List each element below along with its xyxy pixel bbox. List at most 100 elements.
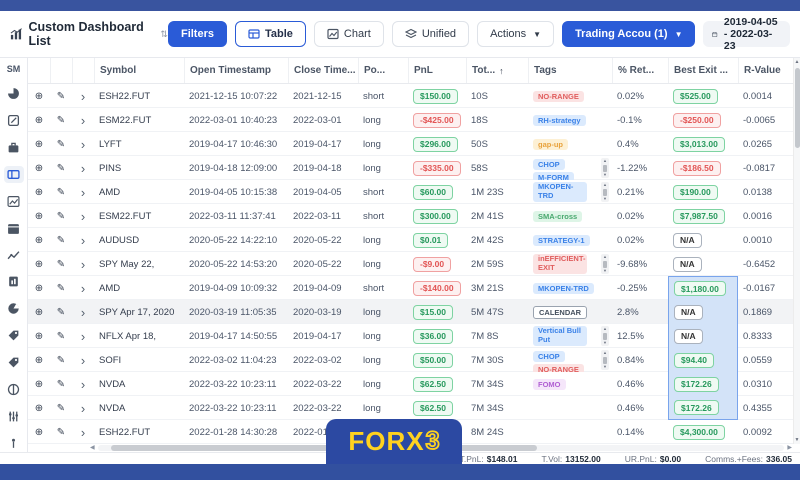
expand-chevron-icon[interactable]: ›: [72, 276, 94, 300]
target-icon[interactable]: ⊕: [28, 420, 50, 444]
col-open-timestamp[interactable]: Open Timestamp: [184, 58, 288, 83]
target-icon[interactable]: ⊕: [28, 132, 50, 156]
expand-chevron-icon[interactable]: ›: [72, 300, 94, 324]
edit-icon[interactable]: ✎: [50, 420, 72, 444]
expand-chevron-icon[interactable]: ›: [72, 420, 94, 444]
col-pnl[interactable]: PnL: [408, 58, 466, 83]
col-return[interactable]: % Ret...: [612, 58, 668, 83]
expand-chevron-icon[interactable]: ›: [72, 228, 94, 252]
target-icon[interactable]: ⊕: [28, 396, 50, 420]
scroll-down-icon[interactable]: ▼: [795, 437, 800, 443]
tab-table[interactable]: Table: [235, 21, 306, 47]
table-row[interactable]: ⊕✎›SPY Apr 17, 20202020-03-19 11:05:3520…: [28, 300, 793, 324]
split-circle-icon[interactable]: [4, 380, 24, 398]
table-row[interactable]: ⊕✎›AMD2019-04-09 10:09:322019-04-09short…: [28, 276, 793, 300]
horizontal-scroll-thumb[interactable]: [111, 445, 537, 451]
tags-scrollbar[interactable]: ▲▼: [601, 158, 609, 178]
target-icon[interactable]: ⊕: [28, 156, 50, 180]
tags-scroll-thumb[interactable]: [603, 165, 607, 172]
target-icon[interactable]: ⊕: [28, 276, 50, 300]
col-best-exit[interactable]: Best Exit ...: [668, 58, 738, 83]
table-row[interactable]: ⊕✎›NVDA2022-03-22 10:23:112022-03-22long…: [28, 372, 793, 396]
target-icon[interactable]: ⊕: [28, 252, 50, 276]
scroll-up-icon[interactable]: ▲: [603, 183, 607, 187]
report-icon[interactable]: [4, 273, 24, 291]
scroll-up-icon[interactable]: ▲: [603, 159, 607, 163]
expand-chevron-icon[interactable]: ›: [72, 348, 94, 372]
actions-button[interactable]: Actions ▼: [477, 21, 554, 47]
table-row[interactable]: ⊕✎›NFLX Apr 18,2019-04-17 14:50:552019-0…: [28, 324, 793, 348]
tags-scrollbar[interactable]: ▲▼: [601, 182, 609, 202]
col-position[interactable]: Po...: [358, 58, 408, 83]
edit-icon[interactable]: ✎: [50, 252, 72, 276]
expand-chevron-icon[interactable]: ›: [72, 180, 94, 204]
tab-unified[interactable]: Unified: [392, 21, 469, 47]
donut-chart-icon[interactable]: [4, 85, 24, 103]
table-row[interactable]: ⊕✎›AMD2019-04-05 10:15:382019-04-05short…: [28, 180, 793, 204]
vertical-scroll-thumb[interactable]: [795, 68, 800, 148]
col-tags[interactable]: Tags: [528, 58, 612, 83]
title-selector-icon[interactable]: ⇅: [160, 29, 168, 40]
target-icon[interactable]: ⊕: [28, 204, 50, 228]
edit-icon[interactable]: ✎: [50, 396, 72, 420]
edit-icon[interactable]: ✎: [50, 108, 72, 132]
col-close-time[interactable]: Close Time...: [288, 58, 358, 83]
table-row[interactable]: ⊕✎›AUDUSD2020-05-22 14:22:102020-05-22lo…: [28, 228, 793, 252]
scroll-up-icon[interactable]: ▲: [603, 327, 607, 331]
tag-icon[interactable]: [4, 327, 24, 345]
journal-icon[interactable]: [4, 112, 24, 130]
vertical-scrollbar[interactable]: ▲▼: [793, 58, 800, 444]
dashboard-title-group[interactable]: Custom Dashboard List ⇅: [10, 20, 168, 48]
expand-chevron-icon[interactable]: ›: [72, 132, 94, 156]
scroll-up-icon[interactable]: ▲: [603, 255, 607, 259]
table-row[interactable]: ⊕✎›ESM22.FUT2022-03-01 10:40:232022-03-0…: [28, 108, 793, 132]
col-symbol[interactable]: Symbol: [94, 58, 184, 83]
edit-icon[interactable]: ✎: [50, 300, 72, 324]
tag-alt-icon[interactable]: [4, 354, 24, 372]
tags-scroll-thumb[interactable]: [603, 261, 607, 268]
edit-icon[interactable]: ✎: [50, 132, 72, 156]
tab-chart[interactable]: Chart: [314, 21, 384, 47]
target-icon[interactable]: ⊕: [28, 348, 50, 372]
date-range-picker[interactable]: 2019-04-05 - 2022-03-23: [703, 21, 790, 47]
equalizer-icon[interactable]: [4, 434, 24, 452]
table-row[interactable]: ⊕✎›ESM22.FUT2022-03-11 11:37:412022-03-1…: [28, 204, 793, 228]
sidebar-item-table-view[interactable]: [4, 166, 24, 184]
tags-scrollbar[interactable]: ▲▼: [601, 326, 609, 346]
table-row[interactable]: ⊕✎›ESH22.FUT2021-12-15 10:07:222021-12-1…: [28, 84, 793, 108]
edit-icon[interactable]: ✎: [50, 204, 72, 228]
tags-scrollbar[interactable]: ▲▼: [601, 254, 609, 274]
target-icon[interactable]: ⊕: [28, 324, 50, 348]
edit-icon[interactable]: ✎: [50, 156, 72, 180]
scroll-down-icon[interactable]: ▼: [603, 365, 607, 369]
col-total[interactable]: Tot...↑: [466, 58, 528, 83]
expand-chevron-icon[interactable]: ›: [72, 204, 94, 228]
target-icon[interactable]: ⊕: [28, 300, 50, 324]
col-r-value[interactable]: R-Value: [738, 58, 793, 83]
line-chart-icon[interactable]: [4, 192, 24, 210]
expand-chevron-icon[interactable]: ›: [72, 324, 94, 348]
target-icon[interactable]: ⊕: [28, 180, 50, 204]
expand-chevron-icon[interactable]: ›: [72, 108, 94, 132]
tags-scroll-thumb[interactable]: [603, 333, 607, 340]
target-icon[interactable]: ⊕: [28, 372, 50, 396]
scroll-down-icon[interactable]: ▼: [603, 197, 607, 201]
sliders-icon[interactable]: [4, 407, 24, 425]
table-row[interactable]: ⊕✎›SOFI2022-03-02 11:04:232022-03-02long…: [28, 348, 793, 372]
trend-up-icon[interactable]: [4, 246, 24, 264]
briefcase-icon[interactable]: [4, 139, 24, 157]
edit-icon[interactable]: ✎: [50, 324, 72, 348]
scroll-down-icon[interactable]: ▼: [603, 269, 607, 273]
table-row[interactable]: ⊕✎›SPY May 22,2020-05-22 14:53:202020-05…: [28, 252, 793, 276]
edit-icon[interactable]: ✎: [50, 84, 72, 108]
edit-icon[interactable]: ✎: [50, 372, 72, 396]
scroll-up-icon[interactable]: ▲: [603, 351, 607, 355]
target-icon[interactable]: ⊕: [28, 108, 50, 132]
scroll-down-icon[interactable]: ▼: [603, 173, 607, 177]
edit-icon[interactable]: ✎: [50, 276, 72, 300]
calendar-icon[interactable]: [4, 219, 24, 237]
edit-icon[interactable]: ✎: [50, 180, 72, 204]
expand-chevron-icon[interactable]: ›: [72, 372, 94, 396]
scroll-down-icon[interactable]: ▼: [603, 341, 607, 345]
filters-button[interactable]: Filters: [168, 21, 227, 47]
